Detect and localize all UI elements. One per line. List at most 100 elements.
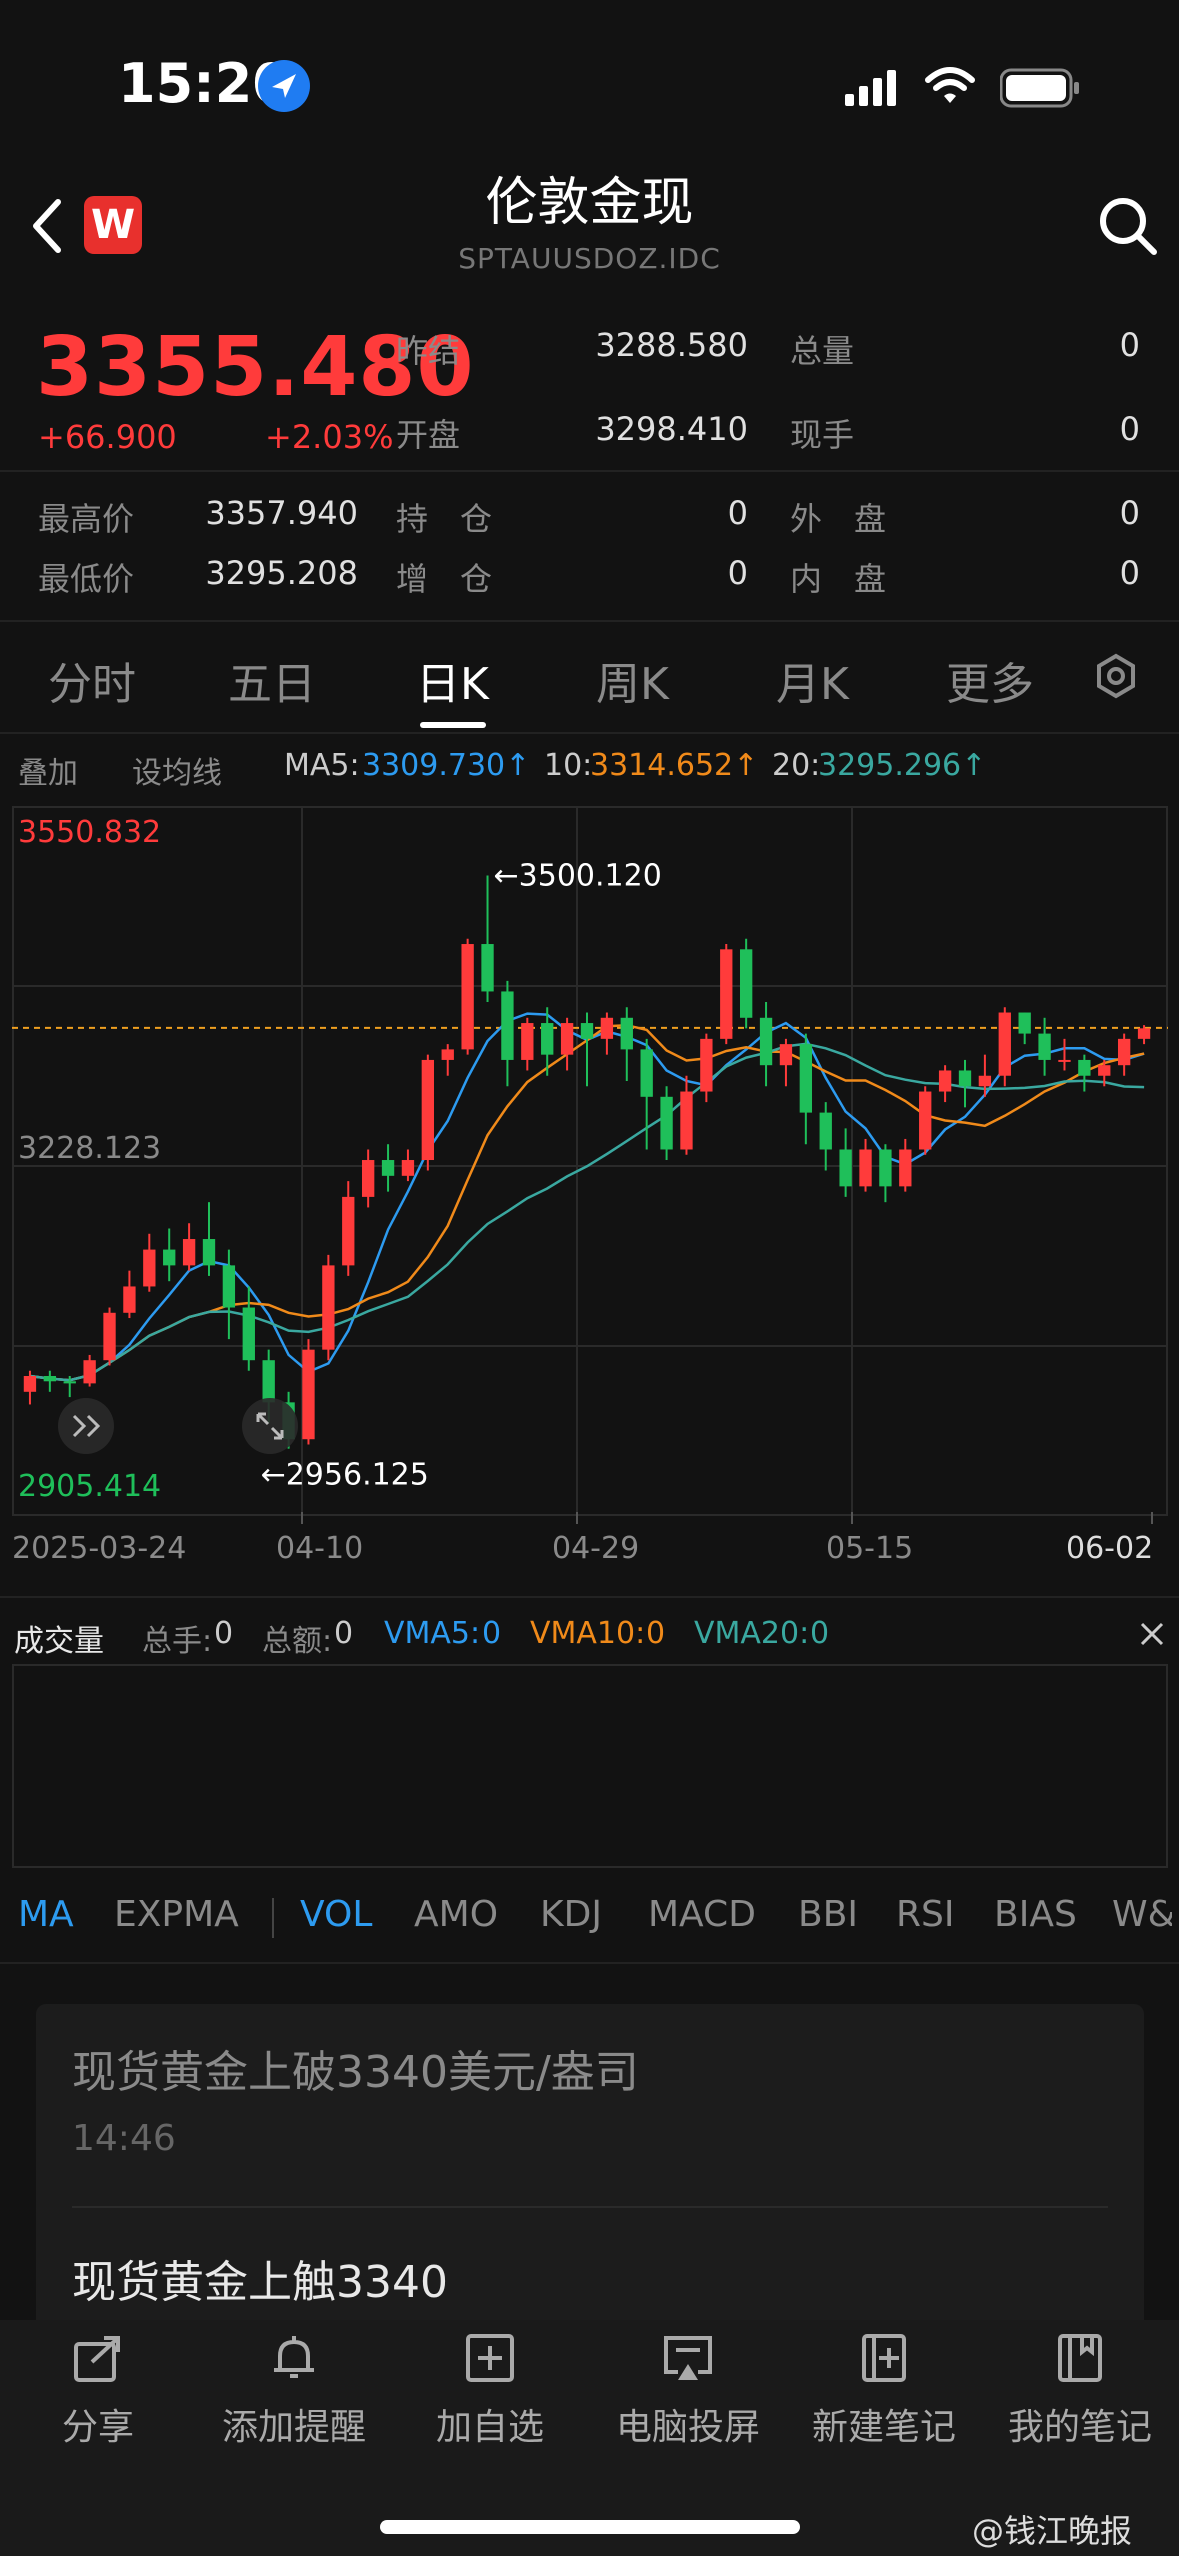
search-icon[interactable] <box>1098 196 1158 260</box>
candle-body <box>879 1149 892 1187</box>
settings-hexagon-icon[interactable] <box>1092 652 1140 704</box>
news-item-title[interactable]: 现货黄金上触3340 <box>72 2246 448 2310</box>
candle-body <box>1018 1012 1031 1034</box>
candle-body <box>1137 1028 1151 1039</box>
divider <box>0 470 1179 472</box>
candle-body <box>262 1360 275 1403</box>
ma10-label: 10: <box>544 748 593 783</box>
indicator-vol[interactable]: VOL <box>300 1894 372 1935</box>
y-axis-bottom-label: 2905.414 <box>18 1469 161 1504</box>
active-tab-indicator <box>420 722 486 728</box>
fullscreen-icon[interactable] <box>242 1398 298 1454</box>
candle-body <box>1117 1038 1131 1066</box>
candle <box>163 1228 176 1282</box>
overlay-button[interactable]: 叠加 <box>18 748 78 792</box>
candle-body <box>381 1160 395 1176</box>
candle-body <box>23 1376 37 1392</box>
candle <box>461 938 474 1055</box>
candle <box>202 1202 216 1276</box>
candle-body <box>998 1012 1011 1076</box>
tab-monthly-k[interactable]: 月K <box>776 648 849 712</box>
add-alert-button[interactable]: 添加提醒 <box>196 2330 392 2460</box>
vma10-value: 0 <box>646 1616 666 1651</box>
quote-value: 0 <box>1119 554 1140 592</box>
notebook-icon <box>1058 2334 1102 2382</box>
tab-daily-k[interactable]: 日K <box>416 648 489 712</box>
tab-five-day[interactable]: 五日 <box>228 648 316 712</box>
indicator-ma[interactable]: MA <box>18 1894 74 1935</box>
price-change-percent: +2.03% <box>265 418 394 456</box>
total-hands-value: 0 <box>214 1616 234 1651</box>
candle-body <box>481 944 494 992</box>
quote-value: 0 <box>1119 326 1140 364</box>
tab-intraday[interactable]: 分时 <box>48 648 136 712</box>
home-indicator[interactable] <box>380 2520 800 2534</box>
candle-body <box>1098 1065 1111 1076</box>
indicator-rsi[interactable]: RSI <box>896 1894 954 1935</box>
price-change: +66.900 <box>38 418 177 456</box>
indicator-bias[interactable]: BIAS <box>994 1894 1077 1935</box>
candle-body <box>720 949 733 1039</box>
tab-weekly-k[interactable]: 周K <box>596 648 669 712</box>
new-note-button[interactable]: 新建笔记 <box>786 2330 982 2460</box>
candle <box>302 1339 315 1445</box>
set-ma-button[interactable]: 设均线 <box>132 748 222 792</box>
divider <box>0 732 1179 734</box>
indicator-amo[interactable]: AMO <box>414 1894 498 1935</box>
candle-body <box>302 1349 315 1440</box>
candle-body <box>163 1249 176 1266</box>
screen-cast-button[interactable]: 电脑投屏 <box>590 2330 786 2460</box>
tab-more[interactable]: 更多 <box>946 648 1034 712</box>
candle <box>660 1086 673 1161</box>
divider <box>0 620 1179 622</box>
news-item-title[interactable]: 现货黄金上破3340美元/盎司 <box>72 2036 639 2100</box>
candle-body <box>222 1265 236 1308</box>
candle <box>799 1033 813 1145</box>
indicator-macd[interactable]: MACD <box>648 1894 756 1935</box>
vma10-label: VMA10: <box>530 1616 646 1651</box>
candle-body <box>123 1286 136 1313</box>
indicator-bbi[interactable]: BBI <box>798 1894 858 1935</box>
close-icon[interactable] <box>1136 1618 1168 1654</box>
page-title: 伦敦金现 <box>485 173 694 233</box>
candle <box>401 1149 415 1182</box>
kline-chart[interactable]: 3550.832 3228.123 2905.414 ←3500.120 ←29… <box>12 806 1168 1576</box>
my-notes-button[interactable]: 我的笔记 <box>982 2330 1178 2460</box>
indicator-kdj[interactable]: KDJ <box>540 1894 602 1935</box>
expand-chart-icon[interactable] <box>58 1398 114 1454</box>
candle-body <box>322 1265 335 1350</box>
screen-cast-icon <box>664 2336 712 2380</box>
total-hands-label: 总手: <box>142 1624 213 1659</box>
candle <box>1078 1054 1091 1092</box>
candle <box>242 1286 255 1371</box>
candle <box>600 1012 614 1055</box>
candle <box>720 944 733 1045</box>
vma20-value: 0 <box>810 1616 830 1651</box>
x-axis-label: 05-15 <box>826 1531 913 1566</box>
candle <box>640 1038 653 1150</box>
candle <box>222 1249 236 1340</box>
quote-label: 总量 <box>790 332 855 370</box>
vma20-label: VMA20: <box>694 1616 810 1651</box>
candle-body <box>1078 1059 1091 1076</box>
candle-body <box>620 1017 633 1050</box>
indicator-wr[interactable]: W& <box>1112 1894 1172 1935</box>
candle <box>381 1144 395 1192</box>
divider <box>0 1962 1179 1964</box>
x-axis-label: 04-10 <box>276 1531 363 1566</box>
candle <box>819 1102 832 1171</box>
volume-chart[interactable] <box>12 1664 1168 1868</box>
candle <box>1058 1038 1071 1071</box>
divider <box>272 1898 274 1938</box>
candle-body <box>978 1075 992 1087</box>
candle <box>779 1038 793 1087</box>
candle-body <box>63 1381 76 1384</box>
candle-body <box>680 1091 693 1150</box>
candle <box>481 875 494 1002</box>
add-watchlist-button[interactable]: 加自选 <box>392 2330 588 2460</box>
indicator-expma[interactable]: EXPMA <box>114 1894 239 1935</box>
y-axis-top-label: 3550.832 <box>18 815 161 850</box>
total-amount-value: 0 <box>334 1616 354 1651</box>
share-button[interactable]: 分享 <box>0 2330 196 2460</box>
quote-value: 0 <box>1119 494 1140 532</box>
